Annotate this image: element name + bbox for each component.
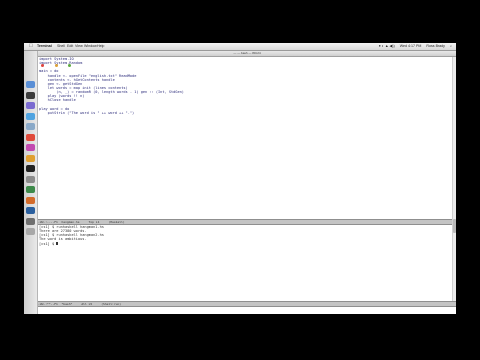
dock	[24, 51, 38, 314]
app-icon-4[interactable]	[26, 217, 35, 225]
trash-icon[interactable]	[26, 228, 35, 235]
menu-shell[interactable]: Shell	[57, 43, 65, 50]
menu-window[interactable]: Window	[84, 43, 97, 50]
mission-control-icon[interactable]	[26, 102, 35, 109]
spotlight-icon[interactable]: ⌕	[450, 44, 452, 48]
app-menu[interactable]: Terminal	[37, 43, 52, 50]
window-title: — — bash — 80×24	[233, 51, 261, 55]
code-line: putStrLn ("The word is " ++ word ++ ".")	[39, 110, 135, 115]
text-cursor	[56, 241, 59, 246]
scrollbar[interactable]	[452, 57, 456, 301]
preferences-icon[interactable]	[26, 175, 35, 183]
clock[interactable]: Wed 4:17 PM	[400, 44, 422, 48]
editor-buffer[interactable]: import System.IO import System.Random main…	[39, 57, 451, 217]
calendar-icon[interactable]	[26, 133, 35, 141]
app-icon-2[interactable]	[26, 196, 35, 204]
app-icon-1[interactable]	[26, 186, 35, 193]
app-icon-3[interactable]	[26, 207, 35, 214]
terminal-modeline: -UU-:**--F1 *bash* All L5 (Shell:run)	[38, 301, 456, 307]
desktop-screen:  Terminal Shell Edit View Window Help ●…	[24, 43, 456, 314]
itunes-icon[interactable]	[26, 144, 35, 151]
terminal-icon[interactable]	[26, 165, 35, 172]
terminal-line: [cs1] $	[39, 241, 59, 246]
safari-icon[interactable]	[26, 112, 35, 120]
mail-icon[interactable]	[26, 123, 35, 130]
menu-help[interactable]: Help	[97, 43, 104, 50]
menu-view[interactable]: View	[75, 43, 83, 50]
dashboard-icon[interactable]	[26, 91, 35, 99]
finder-icon[interactable]	[26, 81, 35, 88]
menu-extras: ● ◐ ▲ ◀)) Wed 4:17 PM Ross Brady ⌕	[375, 43, 452, 50]
photos-icon[interactable]	[26, 154, 35, 162]
apple-menu-icon[interactable]: 	[29, 43, 33, 50]
status-icons[interactable]: ● ◐ ▲ ◀))	[379, 44, 395, 48]
menu-edit[interactable]: Edit	[67, 43, 73, 50]
menu-bar:  Terminal Shell Edit View Window Help ●…	[24, 43, 456, 51]
scrollbar-thumb[interactable]	[453, 219, 456, 233]
user-name[interactable]: Ross Brady	[426, 44, 445, 48]
